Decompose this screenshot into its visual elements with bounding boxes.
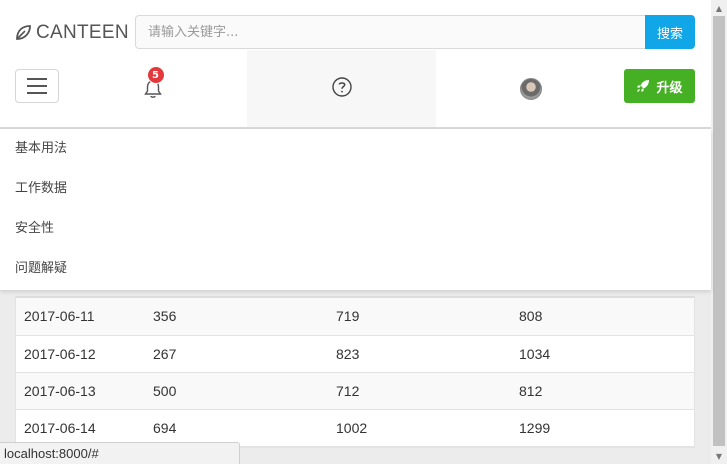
search-input[interactable] [135, 15, 645, 49]
table-row: 2017-06-12 267 823 1034 [16, 335, 694, 373]
table-cell: 500 [145, 372, 328, 410]
logo[interactable]: CANTEEN [14, 20, 129, 46]
menu-icon-bar [27, 78, 47, 80]
data-table: 2017-06-11 356 719 808 2017-06-12 267 82… [15, 296, 695, 448]
menu-toggle-button[interactable] [15, 69, 59, 103]
scroll-down-arrow-icon[interactable]: ▼ [711, 448, 727, 464]
help-icon [331, 76, 353, 102]
table-cell: 1002 [328, 409, 511, 447]
table-row: 2017-06-14 694 1002 1299 [16, 409, 694, 447]
upgrade-button[interactable]: 升级 [624, 69, 695, 103]
table-cell: 267 [145, 335, 328, 373]
table-cell: 719 [328, 298, 511, 336]
upgrade-label: 升级 [656, 80, 683, 96]
vertical-scrollbar[interactable]: ▲ ▼ [711, 0, 727, 464]
scrollbar-thumb[interactable] [713, 16, 725, 446]
table-cell-date: 2017-06-12 [16, 335, 145, 373]
table-cell: 812 [511, 372, 694, 410]
help-button[interactable] [247, 50, 436, 128]
table-cell: 1034 [511, 335, 694, 373]
leaf-logo-icon [16, 25, 31, 40]
notifications-button[interactable]: 5 [58, 50, 247, 128]
table-cell: 1299 [511, 409, 694, 447]
top-navbar: CANTEEN 搜索 5 [0, 0, 711, 128]
table-cell: 694 [145, 409, 328, 447]
table-cell: 808 [511, 298, 694, 336]
notification-count-badge: 5 [146, 66, 165, 84]
table-cell: 823 [328, 335, 511, 373]
menu-icon-bar [27, 85, 47, 87]
avatar [519, 78, 542, 100]
dropdown-item-security[interactable]: 安全性 [0, 209, 711, 249]
table-cell: 712 [328, 372, 511, 410]
table-cell: 356 [145, 298, 328, 336]
dropdown-item-faq[interactable]: 问题解疑 [0, 249, 711, 289]
nav-dropdown-menu: 基本用法 工作数据 安全性 问题解疑 [0, 129, 711, 290]
search-button[interactable]: 搜索 [645, 15, 695, 49]
dropdown-item-work-data[interactable]: 工作数据 [0, 169, 711, 209]
scroll-up-arrow-icon[interactable]: ▲ [711, 0, 727, 16]
table-row: 2017-06-11 356 719 808 [16, 298, 694, 336]
table-cell-date: 2017-06-11 [16, 298, 145, 336]
rocket-icon [637, 80, 650, 92]
browser-status-url: localhost:8000/# [0, 442, 240, 464]
table-row: 2017-06-13 500 712 812 [16, 372, 694, 410]
user-menu-button[interactable] [436, 50, 625, 128]
menu-icon-bar [27, 92, 47, 94]
logo-text: CANTEEN [36, 22, 129, 43]
table-cell-date: 2017-06-14 [16, 409, 145, 447]
dropdown-item-basic-usage[interactable]: 基本用法 [0, 129, 711, 169]
table-cell-date: 2017-06-13 [16, 372, 145, 410]
